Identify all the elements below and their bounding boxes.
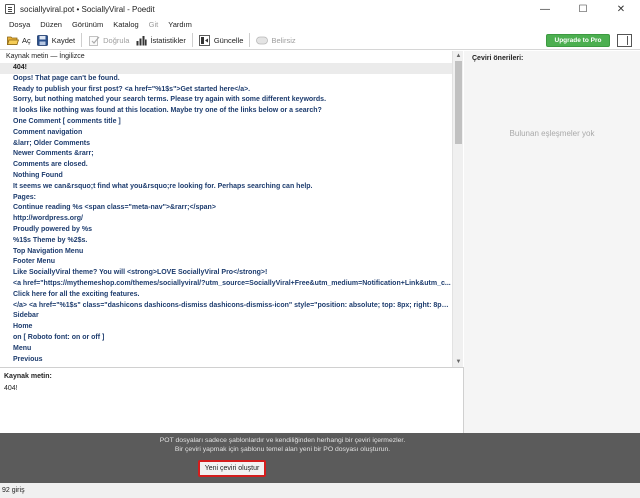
minimize-button[interactable]: — bbox=[526, 0, 564, 18]
create-new-translation-button[interactable]: Yeni çeviri oluştur bbox=[198, 460, 266, 477]
list-item[interactable]: <a href="https://mythemeshop.com/themes/… bbox=[0, 279, 452, 290]
list-column-header: Kaynak metin — İngilizce bbox=[0, 51, 462, 63]
list-item[interactable]: Previous bbox=[0, 355, 452, 365]
folder-open-icon bbox=[7, 34, 19, 46]
close-button[interactable]: ✕ bbox=[602, 0, 640, 18]
validate-check-icon bbox=[88, 34, 100, 46]
fuzzy-toggle: Belirsiz bbox=[253, 32, 298, 48]
list-item[interactable]: Top Navigation Menu bbox=[0, 247, 452, 258]
floppy-disk-icon bbox=[37, 34, 49, 46]
toolbar: Aç Kaydet Doğrula İstatistikler Güncelle… bbox=[0, 31, 640, 50]
toolbar-divider bbox=[81, 33, 83, 47]
list-item[interactable]: One Comment [ comments title ] bbox=[0, 117, 452, 128]
open-label: Aç bbox=[22, 35, 31, 45]
menu-bar: Dosya Düzen Görünüm Katalog Git Yardım bbox=[0, 18, 640, 31]
list-item[interactable]: Click here for all the exciting features… bbox=[0, 290, 452, 301]
list-item[interactable]: It looks like nothing was found at this … bbox=[0, 106, 452, 117]
list-item[interactable]: %1$s Theme by %2$s. bbox=[0, 236, 452, 247]
list-item[interactable]: Comments are closed. bbox=[0, 160, 452, 171]
list-item[interactable]: It seems we can&rsquo;t find what you&rs… bbox=[0, 182, 452, 193]
no-matches-text: Bulunan eşleşmeler yok bbox=[509, 129, 595, 138]
window-title: sociallyviral.pot • SociallyViral - Poed… bbox=[20, 4, 155, 14]
validate-label: Doğrula bbox=[103, 35, 130, 45]
validate-button: Doğrula bbox=[85, 32, 132, 48]
list-item[interactable]: &larr; Older Comments bbox=[0, 139, 452, 150]
save-label: Kaydet bbox=[51, 35, 76, 45]
string-list: Kaynak metin — İngilizce 404! Oops! That… bbox=[0, 51, 463, 367]
list-item[interactable]: Ready to publish your first post? <a hre… bbox=[0, 85, 452, 96]
source-text-panel: Kaynak metin: 404! bbox=[0, 367, 464, 433]
scroll-up-icon[interactable]: ▲ bbox=[453, 51, 464, 61]
window-controls: — ☐ ✕ bbox=[526, 0, 640, 18]
source-text-label: Kaynak metin: bbox=[4, 373, 52, 380]
fuzzy-cloud-icon bbox=[256, 34, 269, 46]
statistics-button[interactable]: İstatistikler bbox=[132, 32, 188, 48]
menu-gorunum[interactable]: Görünüm bbox=[67, 20, 108, 29]
list-item[interactable]: Like SociallyViral theme? You will <stro… bbox=[0, 268, 452, 279]
upgrade-to-pro-button[interactable]: Upgrade to Pro bbox=[546, 34, 610, 47]
pot-notice-bar: POT dosyaları sadece şablonlardır ve ken… bbox=[0, 433, 640, 483]
maximize-button[interactable]: ☐ bbox=[564, 0, 602, 18]
list-item[interactable]: http://wordpress.org/ bbox=[0, 214, 452, 225]
notice-line-2: Bir çeviri yapmak için şablonu temel ala… bbox=[174, 446, 391, 453]
list-item[interactable]: Sorry, but nothing matched your search t… bbox=[0, 95, 452, 106]
bar-chart-icon bbox=[135, 34, 147, 46]
menu-yardim[interactable]: Yardım bbox=[163, 20, 197, 29]
save-button[interactable]: Kaydet bbox=[34, 32, 78, 48]
update-catalog-icon bbox=[199, 34, 211, 46]
list-item[interactable]: Newer Comments &rarr; bbox=[0, 149, 452, 160]
menu-katalog[interactable]: Katalog bbox=[108, 20, 143, 29]
poedit-app-icon bbox=[5, 4, 15, 14]
list-item[interactable]: 404! bbox=[0, 63, 452, 74]
list-item[interactable]: Home bbox=[0, 322, 452, 333]
list-item[interactable]: Oops! That page can't be found. bbox=[0, 74, 452, 85]
list-item[interactable]: </a> <a href="%1$s" class="dashicons das… bbox=[0, 301, 452, 312]
list-item[interactable]: Nothing Found bbox=[0, 171, 452, 182]
sidebar-toggle-icon[interactable] bbox=[617, 34, 632, 47]
scroll-down-icon[interactable]: ▼ bbox=[453, 357, 464, 367]
toolbar-divider bbox=[249, 33, 251, 47]
fuzzy-label: Belirsiz bbox=[271, 35, 296, 45]
list-scrollbar[interactable]: ▲ ▼ bbox=[452, 51, 463, 367]
list-item[interactable]: Footer Menu bbox=[0, 257, 452, 268]
list-item[interactable]: Proudly powered by %s bbox=[0, 225, 452, 236]
statistics-label: İstatistikler bbox=[150, 35, 186, 45]
update-button[interactable]: Güncelle bbox=[196, 32, 247, 48]
menu-duzen[interactable]: Düzen bbox=[35, 20, 67, 29]
update-label: Güncelle bbox=[213, 35, 244, 45]
list-item[interactable]: Pages: bbox=[0, 193, 452, 204]
entry-count: 92 giriş bbox=[2, 487, 25, 494]
notice-line-1: POT dosyaları sadece şablonlardır ve ken… bbox=[159, 437, 406, 444]
list-rows: 404! Oops! That page can't be found. Rea… bbox=[0, 63, 452, 365]
source-text-value: 404! bbox=[4, 385, 18, 392]
open-button[interactable]: Aç bbox=[4, 32, 34, 48]
menu-git: Git bbox=[148, 20, 159, 29]
toolbar-divider bbox=[191, 33, 193, 47]
suggestions-title: Çeviri önerileri: bbox=[472, 55, 524, 62]
list-item[interactable]: Menu bbox=[0, 344, 452, 355]
list-item[interactable]: Continue reading %s <span class="meta-na… bbox=[0, 203, 452, 214]
list-item[interactable]: Comment navigation bbox=[0, 128, 452, 139]
status-bar: 92 giriş bbox=[0, 483, 640, 498]
menu-dosya[interactable]: Dosya bbox=[4, 20, 35, 29]
title-bar: sociallyviral.pot • SociallyViral - Poed… bbox=[0, 0, 640, 18]
list-item[interactable]: Sidebar bbox=[0, 311, 452, 322]
suggestions-sidebar: Çeviri önerileri: Bulunan eşleşmeler yok bbox=[464, 51, 640, 433]
list-item[interactable]: on [ Roboto font: on or off ] bbox=[0, 333, 452, 344]
scrollbar-thumb[interactable] bbox=[455, 61, 462, 144]
